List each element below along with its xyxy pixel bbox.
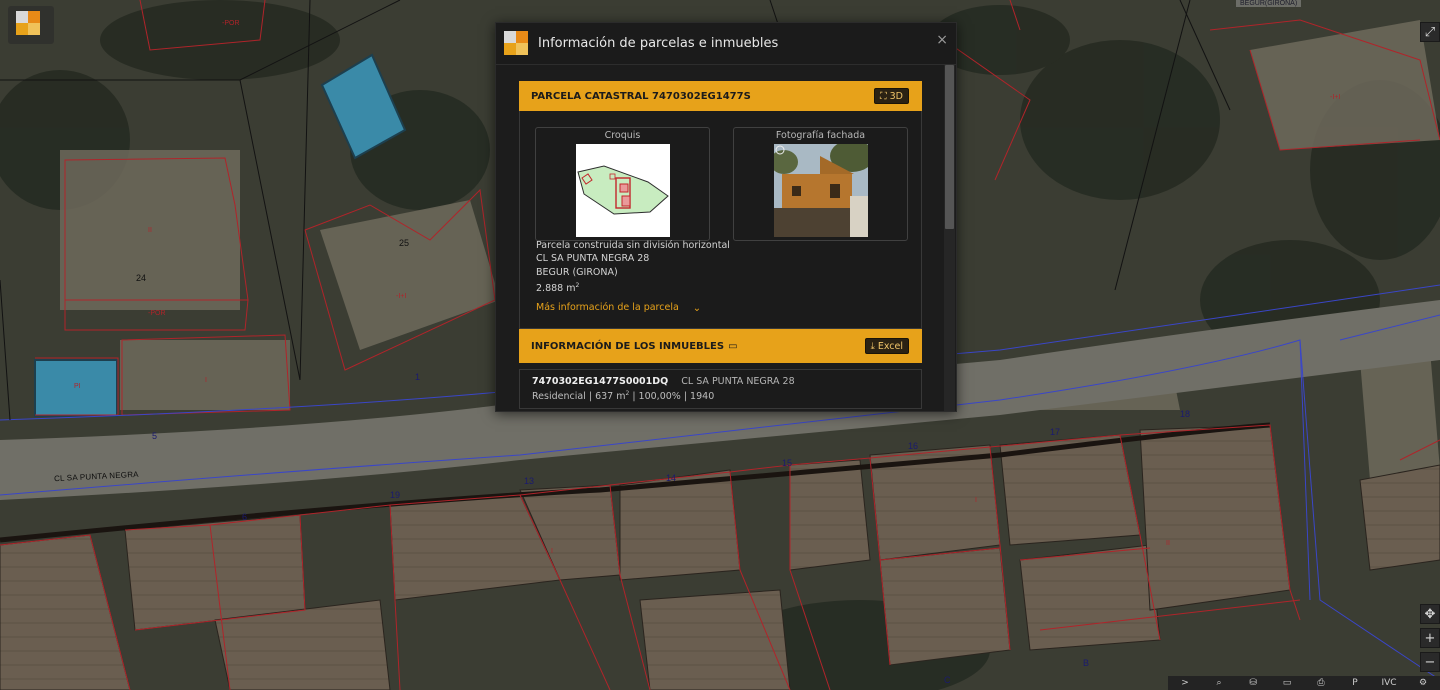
lot-number: 14 (666, 473, 677, 483)
parcel-type: Parcela construida sin división horizont… (536, 240, 730, 251)
toolbar-search-icon[interactable]: ⌕ (1208, 678, 1230, 688)
catastro-logo-icon (504, 30, 530, 57)
parcel-address: CL SA PUNTA NEGRA 28 (536, 253, 650, 265)
cube-3d-icon: ⛶ (879, 91, 887, 102)
parcel-section-header: PARCELA CATASTRAL 7470302EG1477S ⛶ 3D (519, 81, 922, 111)
toolbar-layers-icon[interactable]: ⛁ (1242, 678, 1264, 688)
zoom-out-button[interactable]: − (1420, 652, 1440, 672)
parcel-area-value: 2.888 m (536, 283, 576, 295)
toolbar-settings-icon[interactable]: ⚙ (1412, 678, 1434, 688)
lot-number: 18 (1180, 409, 1191, 419)
property-address: CL SA PUNTA NEGRA 28 (681, 376, 795, 387)
toolbar-ivc-button[interactable]: IVC (1378, 678, 1400, 688)
locate-button[interactable]: ✥ (1420, 604, 1440, 624)
parcel-sketch-image[interactable] (576, 144, 670, 237)
parcel-municipality: BEGUR (GIRONA) (536, 266, 618, 278)
unit-mark: PI (74, 383, 81, 390)
facade-photo-image[interactable] (774, 144, 868, 237)
parcel-panel: Croquis Fotografía fachada Parcela const… (519, 111, 922, 329)
sketch-caption: Croquis (604, 130, 641, 141)
lot-number: 17 (1050, 427, 1061, 437)
download-icon: ⤓ (870, 341, 875, 352)
plot-number: 24 (136, 273, 147, 283)
view-3d-label: 3D (889, 91, 903, 102)
parcel-section-title: PARCELA CATASTRAL 7470302EG1477S (531, 90, 751, 102)
lot-letter: C (944, 675, 951, 685)
unit-mark: -I+I (396, 293, 407, 300)
toolbar-print-icon[interactable]: ⎙ (1310, 678, 1332, 688)
app-logo[interactable] (8, 6, 54, 44)
unit-mark: -POR (222, 20, 240, 27)
unit-mark: I (551, 548, 553, 555)
plot-number: 25 (399, 238, 410, 248)
units-section-header: INFORMACIÓN DE LOS INMUEBLES ▭ ⤓ Excel (519, 329, 922, 363)
unit-mark: I (975, 497, 977, 504)
scrollbar-thumb[interactable] (945, 65, 954, 229)
view-3d-button[interactable]: ⛶ 3D (873, 88, 909, 104)
property-share-year: | 100,00% | 1940 (629, 391, 715, 403)
parcel-info-dialog: Información de parcelas e inmuebles × PA… (495, 22, 957, 412)
close-icon[interactable]: × (936, 32, 948, 48)
excel-label: Excel (877, 341, 903, 352)
parcel-area: 2.888 m2 (536, 279, 730, 295)
property-row[interactable]: 7470302EG1477S0001DQ CL SA PUNTA NEGRA 2… (519, 369, 922, 409)
chevron-down-icon[interactable]: ⌄ (693, 303, 701, 314)
excel-download-button[interactable]: ⤓ Excel (864, 338, 909, 354)
more-info-label: Más información de la parcela (536, 301, 679, 313)
lot-number: 1 (415, 372, 421, 382)
facade-photo-box[interactable]: Fotografía fachada (733, 127, 908, 241)
map-region-label: BEGUR(GIRONA) (1236, 0, 1302, 7)
toolbar-expand-icon[interactable]: > (1174, 678, 1196, 688)
lot-number: 15 (782, 458, 793, 468)
lot-number: 6 (242, 512, 248, 522)
more-parcel-info-link[interactable]: Más información de la parcela ⌄ (536, 300, 701, 315)
lot-number: 19 (390, 490, 401, 500)
map-toolbar: > ⌕ ⛁ ▭ ⎙ P IVC ⚙ (1168, 676, 1440, 690)
toolbar-select-icon[interactable]: ▭ (1276, 678, 1298, 688)
lot-number: 16 (908, 441, 919, 451)
dialog-header: Información de parcelas e inmuebles × (496, 23, 956, 65)
toolbar-parking-icon[interactable]: P (1344, 678, 1366, 688)
unit-mark: -POR (148, 310, 166, 317)
dialog-body: PARCELA CATASTRAL 7470302EG1477S ⛶ 3D Cr… (496, 65, 942, 411)
parcel-area-unit-sup: 2 (575, 281, 580, 289)
property-reference[interactable]: 7470302EG1477S0001DQ (532, 376, 668, 387)
fullscreen-button[interactable]: ⤢ (1420, 22, 1440, 42)
dialog-title: Información de parcelas e inmuebles (538, 36, 779, 51)
catastro-logo-icon (16, 11, 42, 37)
unit-mark: II (1166, 540, 1170, 547)
unit-mark: I (205, 377, 207, 384)
zoom-in-button[interactable]: + (1420, 628, 1440, 648)
sketch-box[interactable]: Croquis (535, 127, 710, 241)
facade-photo-caption: Fotografía fachada (775, 130, 866, 141)
dialog-scrollbar[interactable] (944, 65, 955, 411)
lot-number: 5 (152, 431, 158, 441)
lot-number: 13 (524, 476, 535, 486)
parcel-info-text: Parcela construida sin división horizont… (536, 239, 730, 295)
property-details: Residencial | 637 m2 | 100,00% | 1940 (532, 390, 909, 402)
comment-icon: ▭ (728, 340, 738, 352)
unit-mark: -I+I (1330, 94, 1341, 101)
lot-letter: B (1083, 658, 1090, 668)
units-section-title: INFORMACIÓN DE LOS INMUEBLES (531, 340, 725, 352)
unit-mark: II (148, 227, 152, 234)
property-use-area: Residencial | 637 m (532, 391, 626, 403)
